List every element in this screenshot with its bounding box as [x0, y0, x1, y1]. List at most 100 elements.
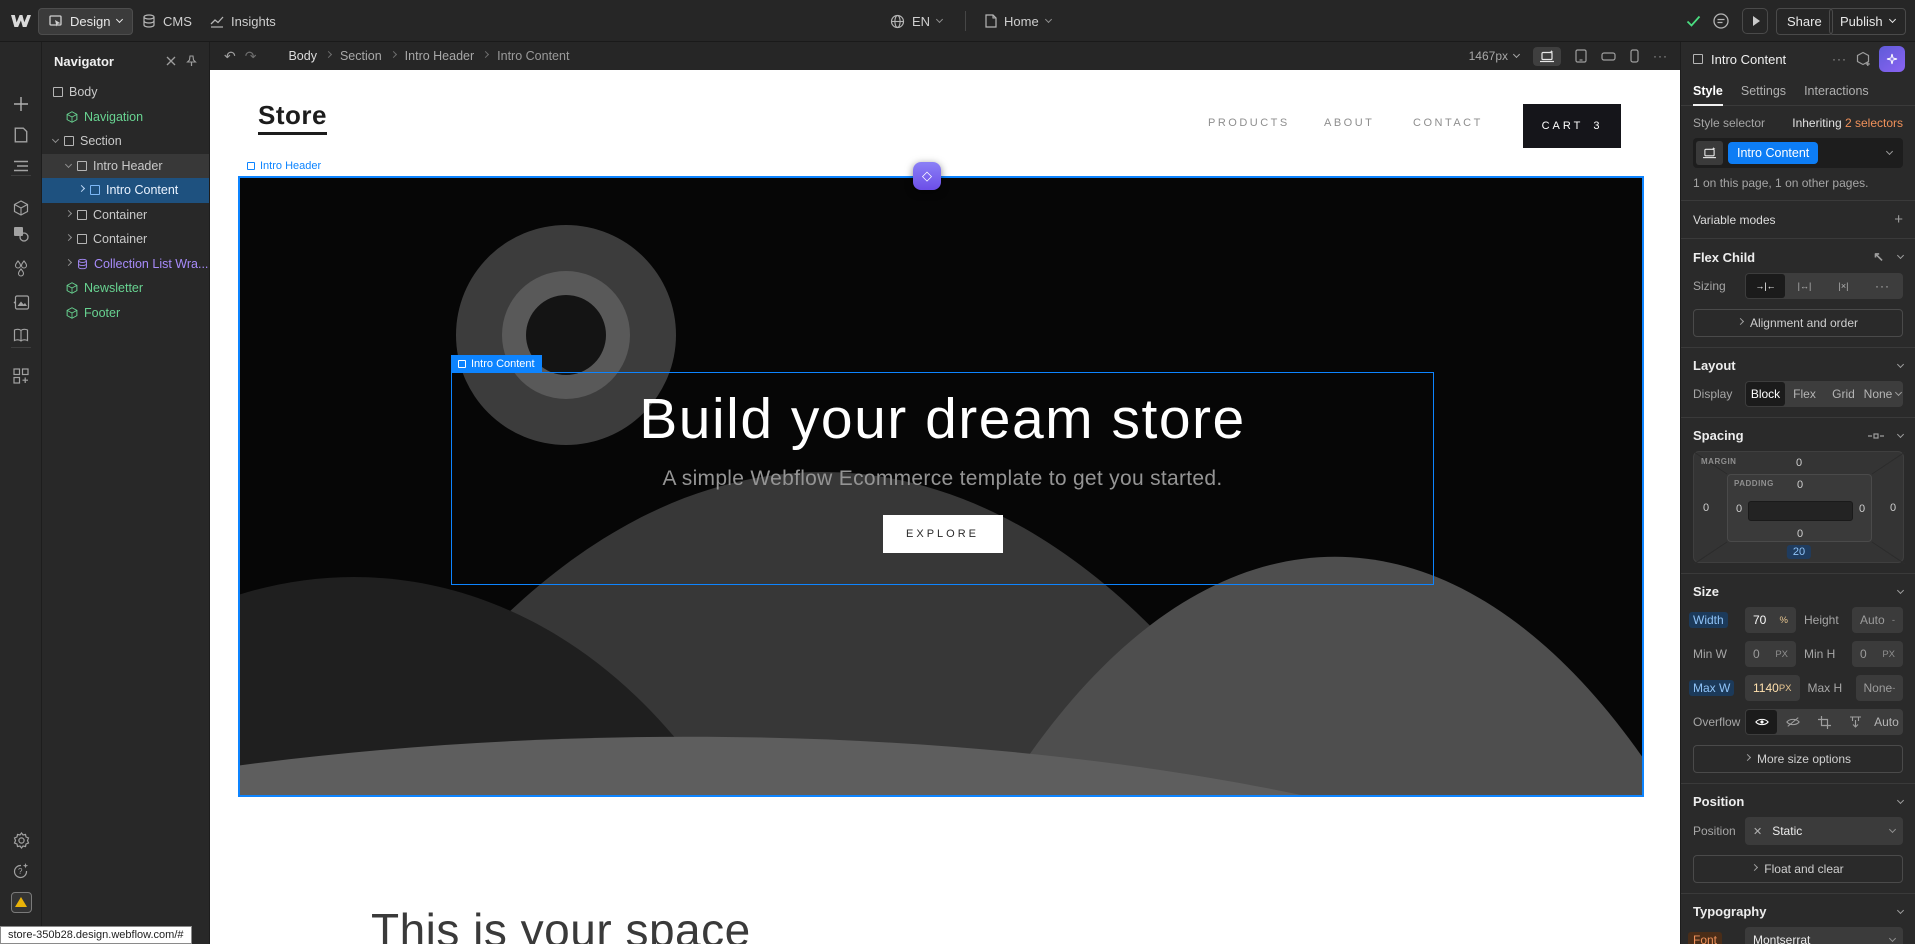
chevron-right-icon[interactable] — [65, 210, 72, 217]
preview-play-button[interactable] — [1742, 0, 1768, 42]
locale-switcher[interactable]: EN — [890, 0, 942, 42]
chevron-right-icon[interactable] — [65, 259, 72, 266]
width-input[interactable]: 70% — [1745, 607, 1796, 633]
tree-item-container[interactable]: Container — [42, 227, 209, 252]
site-nav-products[interactable]: PRODUCTS — [1208, 117, 1290, 129]
flex-shrink-icon[interactable]: →|← — [1746, 274, 1785, 298]
breakpoint-tablet-icon[interactable] — [1575, 49, 1587, 63]
pin-icon[interactable] — [186, 55, 197, 67]
display-block-option[interactable]: Block — [1746, 382, 1785, 406]
margin-top-value[interactable]: 0 — [1796, 457, 1802, 469]
canvas-width-dropdown[interactable]: 1467px — [1469, 49, 1519, 63]
tab-settings[interactable]: Settings — [1741, 84, 1786, 98]
intro-content-element[interactable]: Build your dream store A simple Webflow … — [451, 372, 1434, 585]
tree-item-collection-list[interactable]: Collection List Wra... — [42, 252, 209, 277]
margin-bottom-value[interactable]: 20 — [1787, 545, 1811, 559]
chevron-down-icon[interactable] — [1897, 360, 1904, 367]
overflow-scroll-crop-icon[interactable] — [1808, 710, 1839, 734]
design-mode-button[interactable]: Design — [38, 0, 133, 42]
breadcrumb-intro-content[interactable]: Intro Content — [497, 49, 569, 63]
chevron-down-icon[interactable] — [1897, 430, 1904, 437]
tree-item-footer[interactable]: Footer — [42, 301, 209, 326]
site-cart-button[interactable]: CART 3 — [1523, 104, 1621, 148]
min-width-input[interactable]: 0PX — [1745, 641, 1796, 667]
chevron-down-icon[interactable] — [1897, 796, 1904, 803]
variables-icon[interactable] — [0, 256, 42, 280]
breakpoint-mobile-portrait-icon[interactable] — [1630, 49, 1639, 63]
redo-icon[interactable]: ↷ — [245, 48, 257, 65]
chevron-down-icon[interactable] — [1886, 148, 1893, 155]
spacing-settings-icon[interactable] — [1868, 431, 1884, 441]
max-height-input[interactable]: None- — [1856, 675, 1904, 701]
chevron-right-icon[interactable] — [78, 185, 85, 192]
help-icon[interactable]: ? — [0, 859, 42, 883]
selector-input[interactable]: Intro Content — [1693, 138, 1903, 168]
padding-top-value[interactable]: 0 — [1797, 479, 1803, 491]
design-canvas[interactable]: Store PRODUCTS ABOUT CONTACT CART 3 Intr… — [210, 70, 1680, 944]
site-logo[interactable]: Store — [258, 100, 327, 135]
more-icon[interactable]: ··· — [1832, 52, 1847, 66]
assets-icon[interactable] — [0, 290, 42, 314]
chevron-right-icon[interactable] — [65, 234, 72, 241]
more-options-icon[interactable]: ··· — [1653, 49, 1668, 63]
undo-icon[interactable]: ↶ — [224, 48, 236, 65]
class-chip[interactable]: Intro Content — [1728, 142, 1818, 164]
chevron-down-icon[interactable] — [1897, 586, 1904, 593]
tree-item-intro-header[interactable]: Intro Header — [42, 154, 209, 179]
hero-heading[interactable]: Build your dream store — [639, 385, 1245, 453]
hero-section[interactable]: Intro Content Build your dream store A s… — [238, 176, 1644, 797]
breakpoint-mobile-landscape-icon[interactable] — [1601, 52, 1616, 61]
section-heading[interactable]: This is your space — [371, 903, 751, 944]
chevron-down-icon[interactable] — [65, 161, 72, 168]
intro-content-tag[interactable]: Intro Content — [451, 355, 542, 372]
flex-none-icon[interactable]: |×| — [1824, 274, 1863, 298]
padding-bottom-value[interactable]: 0 — [1797, 528, 1803, 540]
tab-interactions[interactable]: Interactions — [1804, 84, 1869, 98]
chevron-down-icon[interactable] — [1897, 906, 1904, 913]
breadcrumb-intro-header[interactable]: Intro Header — [405, 49, 474, 63]
inheriting-count[interactable]: 2 selectors — [1845, 116, 1903, 130]
float-clear-button[interactable]: Float and clear — [1693, 855, 1903, 883]
corner-arrow-icon[interactable]: ↖ — [1873, 249, 1884, 265]
display-grid-option[interactable]: Grid — [1824, 382, 1863, 406]
more-size-options-button[interactable]: More size options — [1693, 745, 1903, 773]
chevron-down-icon[interactable] — [52, 136, 59, 143]
close-icon[interactable] — [166, 56, 176, 66]
min-height-input[interactable]: 0PX — [1852, 641, 1903, 667]
settings-gear-icon[interactable] — [0, 828, 42, 852]
breakpoint-desktop-icon[interactable] — [1533, 47, 1561, 66]
publish-button[interactable]: Publish — [1829, 0, 1906, 42]
overflow-visible-eye-icon[interactable] — [1746, 710, 1777, 734]
insights-button[interactable]: Insights — [210, 0, 276, 42]
tree-item-newsletter[interactable]: Newsletter — [42, 276, 209, 301]
tree-item-container[interactable]: Container — [42, 203, 209, 228]
overflow-hidden-eye-off-icon[interactable] — [1777, 710, 1808, 734]
position-dropdown[interactable]: ✕ Static — [1745, 817, 1903, 845]
site-nav-contact[interactable]: CONTACT — [1413, 117, 1483, 129]
display-none-option[interactable]: None — [1863, 382, 1902, 406]
font-dropdown[interactable]: Montserrat — [1745, 927, 1903, 944]
tree-item-body[interactable]: Body — [42, 80, 209, 105]
tab-style[interactable]: Style — [1693, 84, 1723, 98]
hero-subtitle[interactable]: A simple Webflow Ecommerce template to g… — [662, 467, 1222, 491]
element-drag-handle[interactable]: ◇ — [913, 162, 941, 190]
pages-icon[interactable] — [0, 123, 42, 147]
comments-button[interactable] — [1712, 0, 1730, 42]
margin-right-value[interactable]: 0 — [1890, 502, 1896, 514]
height-input[interactable]: Auto- — [1852, 607, 1903, 633]
breadcrumb-section[interactable]: Section — [340, 49, 382, 63]
create-component-icon[interactable] — [1855, 51, 1871, 67]
spacing-widget[interactable]: MARGIN 0 0 0 20 PADDING 0 0 0 0 — [1693, 451, 1904, 563]
breadcrumb-body[interactable]: Body — [288, 49, 317, 63]
tree-item-intro-content[interactable]: Intro Content — [42, 178, 209, 203]
flex-more-icon[interactable]: ··· — [1863, 274, 1902, 298]
plus-icon[interactable]: + — [1894, 211, 1903, 228]
explore-button[interactable]: EXPLORE — [883, 515, 1003, 553]
cms-button[interactable]: CMS — [142, 0, 192, 42]
max-width-input[interactable]: 1140PX — [1745, 675, 1800, 701]
site-nav-about[interactable]: ABOUT — [1324, 117, 1374, 129]
padding-right-value[interactable]: 0 — [1859, 503, 1865, 515]
libraries-icon[interactable] — [0, 323, 42, 347]
add-elements-icon[interactable] — [0, 92, 42, 116]
upgrade-warning-icon[interactable] — [0, 890, 42, 914]
